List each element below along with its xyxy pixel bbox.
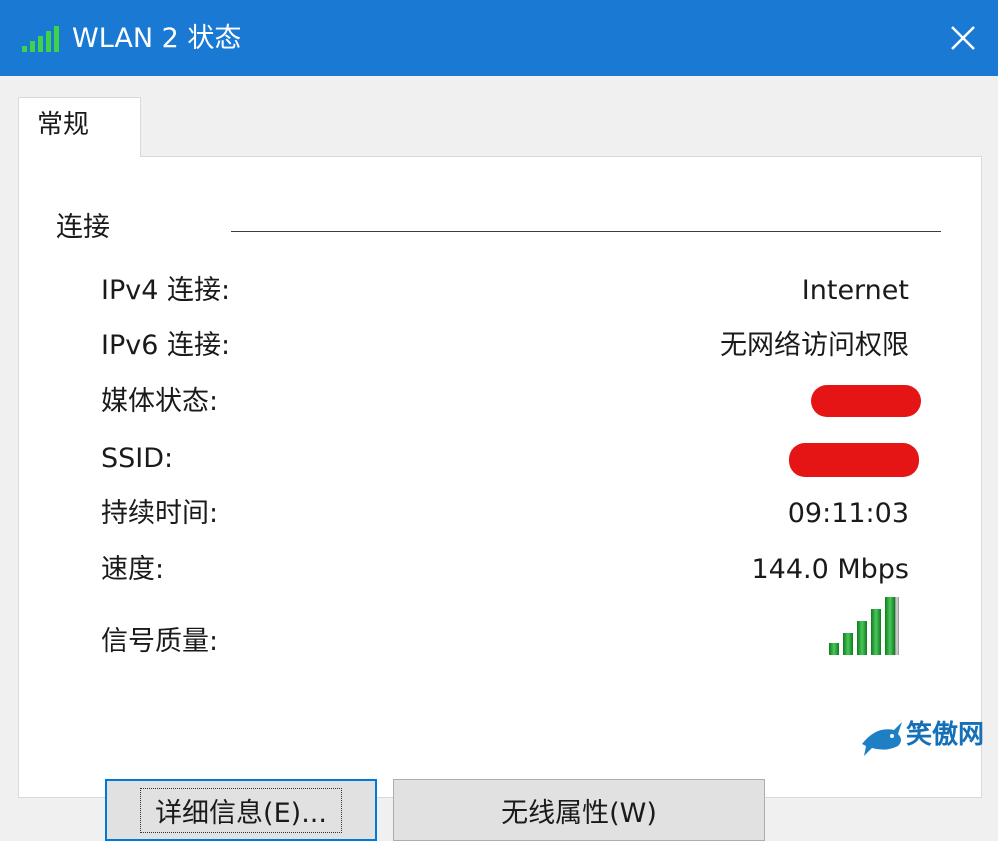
dialog-body: 常规 连接 IPv4 连接: Internet IPv6 连接: 无网络访问权限… <box>0 76 998 841</box>
title-bar: WLAN 2 状态 <box>0 0 998 76</box>
media-state-redaction <box>811 385 921 417</box>
ssid-redaction <box>789 443 919 477</box>
wifi-signal-icon <box>22 26 59 52</box>
group-divider <box>231 231 941 232</box>
wireless-properties-label: 无线属性(W) <box>501 797 657 829</box>
speed-label: 速度: <box>101 554 165 585</box>
ipv4-value: Internet <box>801 275 909 306</box>
tab-panel: 连接 IPv4 连接: Internet IPv6 连接: 无网络访问权限 媒体… <box>18 156 982 841</box>
signal-bars-icon <box>829 597 899 655</box>
wireless-properties-button[interactable]: 无线属性(W) <box>393 779 765 841</box>
ipv6-label: IPv6 连接: <box>101 330 231 361</box>
tab-general[interactable]: 常规 <box>18 97 141 157</box>
details-button[interactable]: 详细信息(E)... <box>105 779 377 841</box>
watermark-text: 笑傲网 <box>906 720 985 750</box>
details-button-label: 详细信息(E)... <box>140 787 342 833</box>
shark-logo-icon <box>862 722 902 756</box>
speed-value: 144.0 Mbps <box>751 554 909 585</box>
ipv4-label: IPv4 连接: <box>101 275 231 306</box>
ssid-label: SSID: <box>101 443 174 474</box>
ipv6-value: 无网络访问权限 <box>720 330 909 361</box>
duration-label: 持续时间: <box>101 498 219 529</box>
duration-value: 09:11:03 <box>787 498 909 529</box>
tab-label: 常规 <box>37 110 90 140</box>
window-title: WLAN 2 状态 <box>72 23 242 54</box>
close-button[interactable] <box>928 0 998 76</box>
media-state-label: 媒体状态: <box>101 386 219 417</box>
signal-quality-label: 信号质量: <box>101 626 219 657</box>
group-label-connection: 连接 <box>56 211 116 245</box>
close-icon <box>951 26 975 50</box>
